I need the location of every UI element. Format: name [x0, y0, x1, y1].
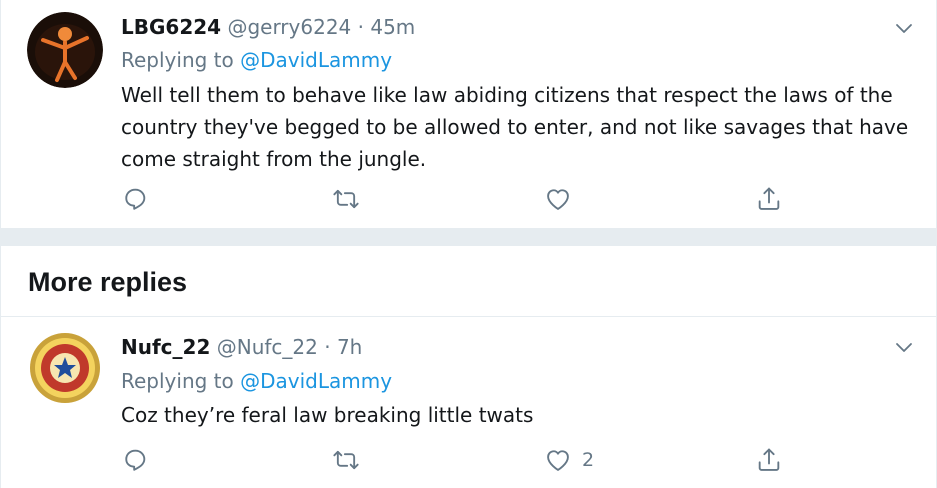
tweet-2-more-button[interactable]: [890, 333, 918, 361]
heart-icon: [547, 450, 569, 471]
more-replies-heading: More replies: [28, 267, 188, 297]
share-button[interactable]: [755, 183, 783, 215]
reply-icon: [125, 188, 146, 210]
separator-dot: ·: [317, 335, 337, 359]
replying-to: Replying to @DavidLammy: [121, 368, 392, 394]
share-button[interactable]: [755, 444, 783, 476]
replying-to: Replying to @DavidLammy: [121, 47, 392, 73]
retweet-icon: [333, 189, 359, 209]
heart-icon: [547, 189, 569, 210]
retweet-button[interactable]: [332, 183, 360, 215]
display-name[interactable]: LBG6224: [121, 15, 221, 39]
retweet-icon: [333, 450, 359, 470]
user-handle[interactable]: @gerry6224: [227, 15, 351, 39]
separator-dot: ·: [351, 15, 371, 39]
tweet-2-header: Nufc_22 @Nufc_22 · 7h: [121, 334, 362, 360]
mention-link[interactable]: @DavidLammy: [240, 48, 392, 72]
reply-icon: [125, 449, 146, 471]
replying-to-label: Replying to: [121, 369, 241, 393]
section-separator: [0, 228, 937, 246]
like-count: 2: [582, 449, 595, 471]
share-icon: [758, 448, 780, 471]
avatar-nufc22[interactable]: [27, 330, 103, 406]
like-button[interactable]: 2: [544, 444, 594, 476]
tweet-1-header: LBG6224 @gerry6224 · 45m: [121, 14, 415, 40]
tweet-1-more-button[interactable]: [890, 14, 918, 42]
retweet-button[interactable]: [332, 444, 360, 476]
share-icon: [758, 187, 780, 210]
avatar-figure-image: [27, 12, 103, 88]
timestamp[interactable]: 7h: [337, 335, 362, 359]
tweet-text: Coz they’re feral law breaking little tw…: [121, 403, 534, 427]
like-button[interactable]: [544, 183, 582, 215]
chevron-down-icon: [896, 343, 912, 352]
divider: [0, 316, 937, 317]
mention-link[interactable]: @DavidLammy: [240, 369, 392, 393]
chevron-down-icon: [896, 24, 912, 33]
reply-button[interactable]: [121, 444, 149, 476]
reply-button[interactable]: [121, 183, 149, 215]
timestamp[interactable]: 45m: [370, 15, 415, 39]
user-handle[interactable]: @Nufc_22: [217, 335, 318, 359]
display-name[interactable]: Nufc_22: [121, 335, 210, 359]
replying-to-label: Replying to: [121, 48, 241, 72]
tweet-text: Well tell them to behave like law abidin…: [121, 83, 909, 171]
avatar-lbg6224[interactable]: [27, 12, 103, 88]
bottle-cap-logo-image: [27, 330, 103, 406]
